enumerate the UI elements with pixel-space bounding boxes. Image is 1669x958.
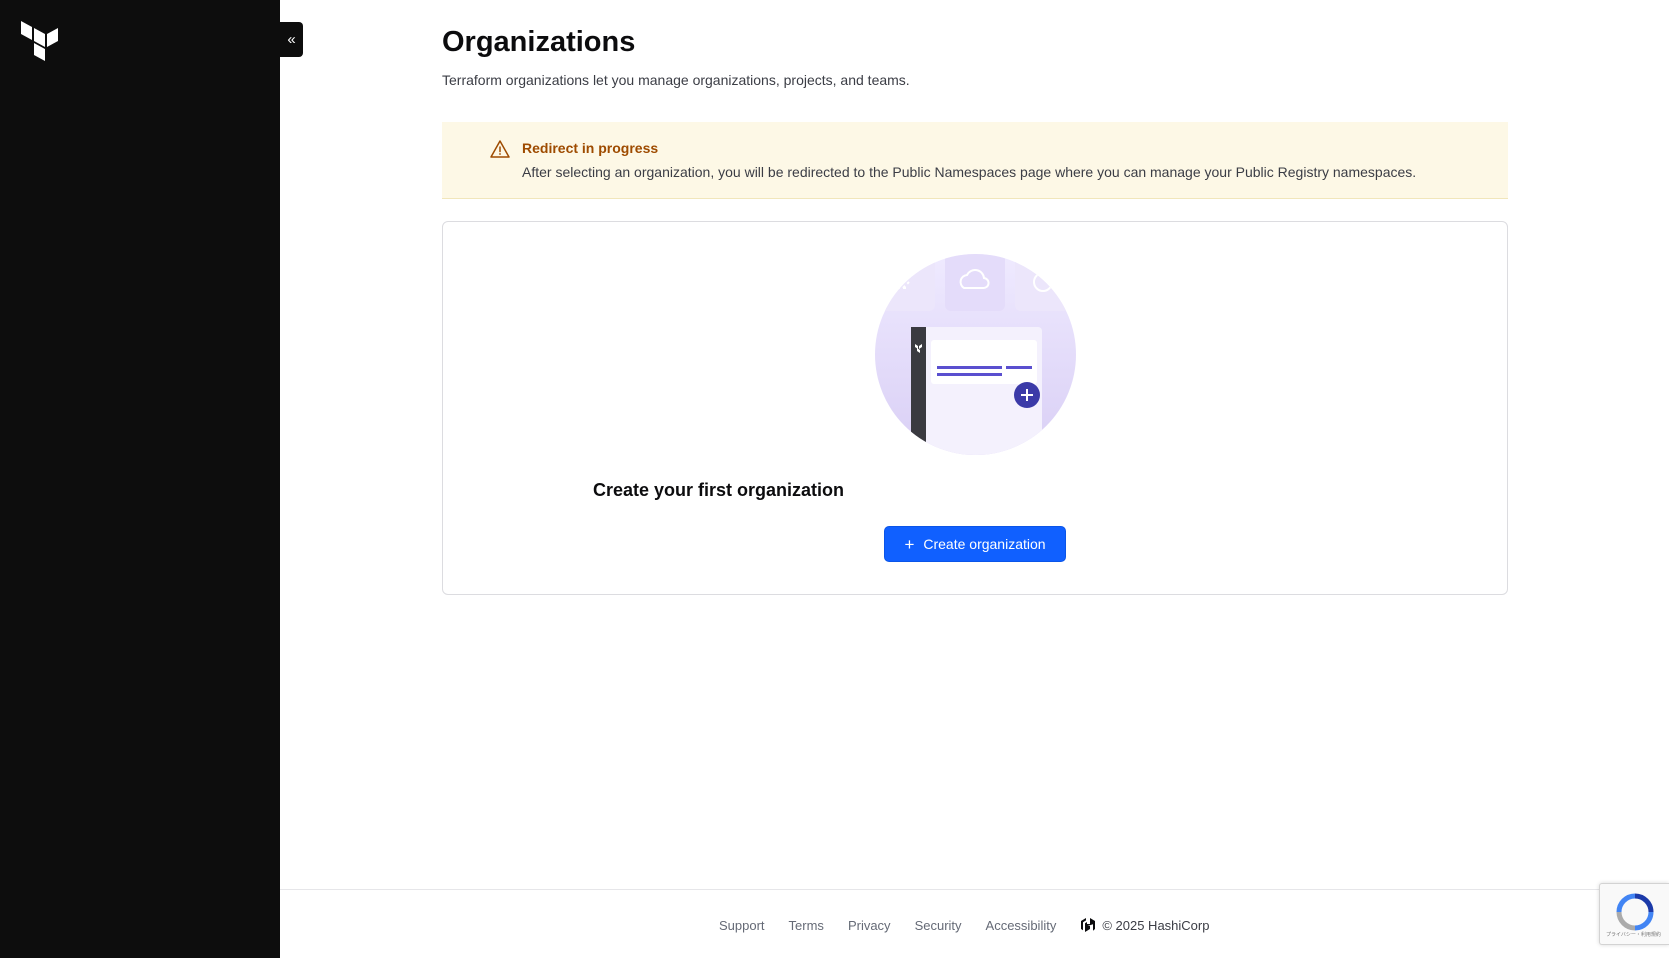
- recaptcha-text: プライバシー・利用規約: [1606, 932, 1661, 938]
- warning-triangle-icon: [490, 140, 510, 158]
- terraform-logo-icon[interactable]: [21, 21, 58, 61]
- page-title: Organizations: [442, 26, 636, 58]
- organization-illustration: [875, 254, 1076, 455]
- footer-links: Support Terms Privacy Security Accessibi…: [719, 917, 1209, 933]
- copyright-text: © 2025 HashiCorp: [1102, 917, 1210, 933]
- create-organization-button[interactable]: + Create organization: [884, 526, 1066, 562]
- footer-link-support[interactable]: Support: [719, 918, 765, 933]
- recaptcha-icon: [1616, 893, 1654, 931]
- create-organization-label: Create organization: [923, 536, 1046, 552]
- alert-title: Redirect in progress: [522, 140, 659, 156]
- redirect-alert: Redirect in progress After selecting an …: [442, 122, 1508, 199]
- sidebar: [0, 0, 280, 958]
- footer-copyright: © 2025 HashiCorp: [1080, 917, 1209, 933]
- plus-icon: +: [904, 534, 915, 554]
- footer-link-accessibility[interactable]: Accessibility: [986, 918, 1057, 933]
- main-content: Organizations Terraform organizations le…: [280, 0, 1669, 958]
- recaptcha-badge[interactable]: プライバシー・利用規約: [1599, 883, 1669, 945]
- empty-state-card: Create your first organization + Create …: [442, 221, 1508, 595]
- alert-description: After selecting an organization, you wil…: [522, 164, 1417, 180]
- empty-state-title: Create your first organization: [593, 480, 845, 500]
- footer-link-privacy[interactable]: Privacy: [848, 918, 891, 933]
- hashicorp-logo-icon: [1081, 918, 1096, 932]
- page-description: Terraform organizations let you manage o…: [442, 72, 910, 88]
- footer: Support Terms Privacy Security Accessibi…: [280, 889, 1669, 958]
- footer-link-terms[interactable]: Terms: [789, 918, 824, 933]
- footer-link-security[interactable]: Security: [915, 918, 962, 933]
